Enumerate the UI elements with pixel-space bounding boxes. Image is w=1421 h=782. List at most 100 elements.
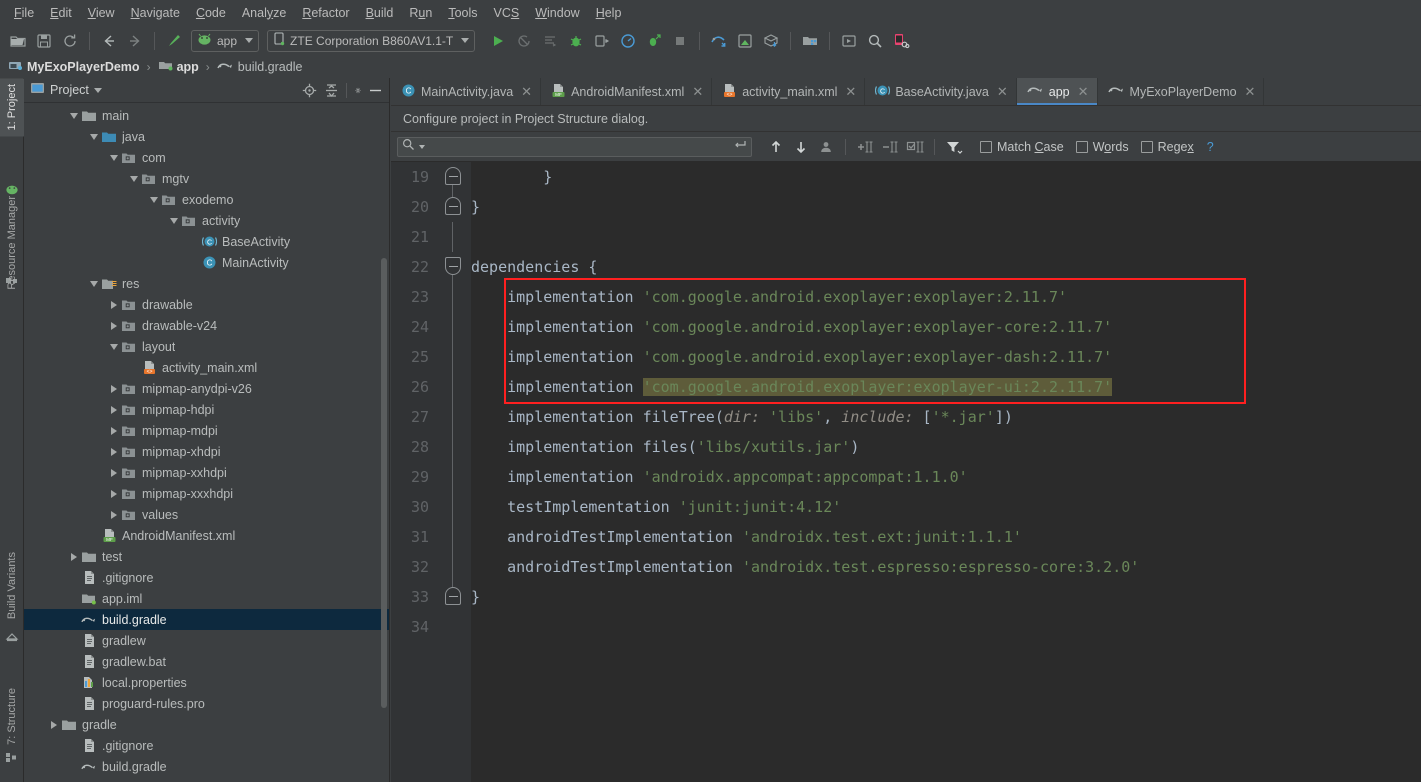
tool-window-tab-build-variants[interactable]: Build Variants [0, 546, 24, 625]
fold-column[interactable] [435, 582, 471, 612]
code-line-33[interactable]: 33} [391, 582, 1421, 612]
chevron-right-icon[interactable] [107, 445, 120, 458]
code-text[interactable]: androidTestImplementation 'androidx.test… [471, 528, 1022, 546]
fold-column[interactable] [435, 162, 471, 192]
chevron-down-icon[interactable] [147, 193, 160, 206]
close-icon[interactable]: ✕ [692, 84, 703, 100]
close-icon[interactable]: ✕ [997, 84, 1008, 100]
menu-item-view[interactable]: View [80, 3, 123, 23]
search-history-chevron-icon[interactable] [419, 144, 425, 149]
checkbox-box[interactable] [980, 140, 992, 153]
fold-column[interactable] [435, 282, 471, 312]
tree-node-mipmap-anydpi-v26[interactable]: mipmap-anydpi-v26 [24, 378, 389, 399]
device-selector[interactable]: ZTE Corporation B860AV1.1-T [267, 29, 476, 52]
run-configuration-selector[interactable]: app [191, 29, 260, 52]
menu-item-help[interactable]: Help [588, 3, 630, 23]
chevron-right-icon[interactable] [107, 424, 120, 437]
tree-node-java[interactable]: java [24, 126, 389, 147]
tool-window-tab-resource-manager[interactable]: Resource Manager [0, 190, 24, 296]
tree-node-gradle[interactable]: gradle [24, 714, 389, 735]
debug-icon[interactable] [564, 29, 588, 53]
code-line-19[interactable]: 19 } [391, 162, 1421, 192]
chevron-down-icon[interactable] [67, 109, 80, 122]
menu-item-run[interactable]: Run [401, 3, 440, 23]
locate-icon[interactable] [302, 83, 317, 98]
code-text[interactable]: } [471, 168, 552, 186]
fold-column[interactable] [435, 552, 471, 582]
breadcrumb-item-app[interactable]: app [158, 59, 199, 75]
checkbox-box[interactable] [1075, 140, 1088, 153]
settings-gear-icon[interactable] [346, 82, 361, 98]
menu-item-window[interactable]: Window [527, 3, 587, 23]
code-text[interactable]: dependencies { [471, 258, 597, 276]
code-line-21[interactable]: 21 [391, 222, 1421, 252]
sync-icon[interactable] [58, 29, 82, 53]
checkbox-regex[interactable]: Regex [1140, 140, 1194, 154]
chevron-right-icon[interactable] [107, 298, 120, 311]
remove-selection-icon[interactable] [879, 136, 901, 158]
chevron-down-icon[interactable] [87, 277, 100, 290]
tree-node-main[interactable]: main [24, 105, 389, 126]
apply-changes-icon[interactable] [512, 29, 536, 53]
chevron-down-icon[interactable] [127, 172, 140, 185]
stop-icon[interactable] [668, 29, 692, 53]
tree-node-res[interactable]: res [24, 273, 389, 294]
forward-arrow-icon[interactable] [123, 29, 147, 53]
attach-debugger-icon[interactable] [590, 29, 614, 53]
tree-node-mipmap-xxhdpi[interactable]: mipmap-xxhdpi [24, 462, 389, 483]
layout-inspector-icon[interactable] [837, 29, 861, 53]
tree-node-androidmanifest-xml[interactable]: MF AndroidManifest.xml [24, 525, 389, 546]
tree-node--gitignore[interactable]: .gitignore [24, 567, 389, 588]
hide-icon[interactable] [368, 83, 383, 98]
code-line-22[interactable]: 22 dependencies { [391, 252, 1421, 282]
apply-code-changes-icon[interactable] [538, 29, 562, 53]
fold-collapse-icon[interactable] [445, 257, 461, 275]
run-icon[interactable] [486, 29, 510, 53]
breadcrumb-item-myexoplayerdemo[interactable]: MyExoPlayerDemo [8, 59, 140, 75]
project-tree[interactable]: main java com mgtv exodemo activity C BaseActiv… [24, 103, 389, 782]
tree-node-mainactivity[interactable]: C MainActivity [24, 252, 389, 273]
tree-node-activity-main-xml[interactable]: <> activity_main.xml [24, 357, 389, 378]
chevron-down-icon[interactable] [167, 214, 180, 227]
tree-node-gradlew-bat[interactable]: gradlew.bat [24, 651, 389, 672]
tree-node-app-iml[interactable]: app.iml [24, 588, 389, 609]
tree-node-local-properties[interactable]: local.properties [24, 672, 389, 693]
editor-tab-mainactivity-java[interactable]: C MainActivity.java ✕ [391, 78, 542, 105]
search-input[interactable] [397, 136, 752, 157]
avd-manager-icon[interactable] [733, 29, 757, 53]
code-line-24[interactable]: 24 implementation 'com.google.android.ex… [391, 312, 1421, 342]
code-text[interactable]: testImplementation 'junit:junit:4.12' [471, 498, 841, 516]
fold-column[interactable] [435, 402, 471, 432]
chevron-right-icon[interactable] [107, 508, 120, 521]
code-text[interactable]: androidTestImplementation 'androidx.test… [471, 558, 1139, 576]
fold-column[interactable] [435, 522, 471, 552]
code-text[interactable]: implementation 'com.google.android.exopl… [471, 348, 1112, 366]
chevron-down-icon-project[interactable] [93, 87, 102, 93]
code-line-23[interactable]: 23 implementation 'com.google.android.ex… [391, 282, 1421, 312]
editor-tab-app[interactable]: app ✕ [1016, 78, 1098, 105]
collapse-all-icon[interactable] [324, 83, 339, 98]
editor-tab-androidmanifest-xml[interactable]: MF AndroidManifest.xml ✕ [541, 78, 713, 105]
close-icon[interactable]: ✕ [521, 84, 532, 100]
code-text[interactable]: implementation 'com.google.android.exopl… [471, 288, 1067, 306]
code-text[interactable]: implementation 'com.google.android.exopl… [471, 378, 1113, 396]
tree-node-mgtv[interactable]: mgtv [24, 168, 389, 189]
menu-item-refactor[interactable]: Refactor [294, 3, 357, 23]
fold-column[interactable] [435, 612, 471, 642]
fold-end-icon[interactable] [445, 167, 461, 185]
chevron-right-icon[interactable] [47, 718, 60, 731]
menu-item-code[interactable]: Code [188, 3, 234, 23]
project-tree-scrollbar[interactable] [381, 258, 387, 708]
code-line-28[interactable]: 28 implementation files('libs/xutils.jar… [391, 432, 1421, 462]
tool-window-tab-7--structure[interactable]: 7: Structure [0, 682, 24, 751]
tree-node-mipmap-hdpi[interactable]: mipmap-hdpi [24, 399, 389, 420]
code-text[interactable]: } [471, 588, 480, 606]
tree-node-mipmap-mdpi[interactable]: mipmap-mdpi [24, 420, 389, 441]
code-line-25[interactable]: 25 implementation 'com.google.android.ex… [391, 342, 1421, 372]
chevron-right-icon[interactable] [67, 550, 80, 563]
code-line-32[interactable]: 32 androidTestImplementation 'androidx.t… [391, 552, 1421, 582]
code-line-34[interactable]: 34 [391, 612, 1421, 642]
select-all-occurrences-icon[interactable] [815, 136, 837, 158]
tree-node-build-gradle[interactable]: build.gradle [24, 609, 389, 630]
menu-item-navigate[interactable]: Navigate [123, 3, 188, 23]
